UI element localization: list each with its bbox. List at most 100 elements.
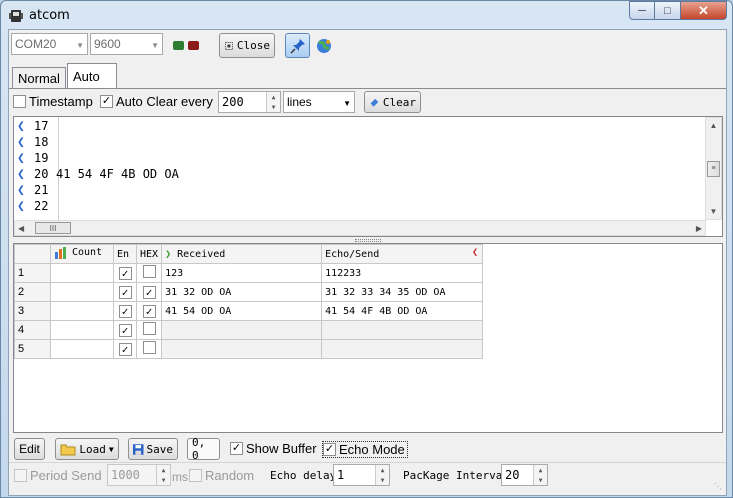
hex-checkbox[interactable]: ✓ [142, 285, 156, 299]
en-cell[interactable]: ✓ [113, 282, 137, 302]
en-checkbox[interactable]: ✓ [118, 342, 132, 356]
en-cell[interactable]: ✓ [113, 301, 137, 321]
period-send-option[interactable]: Period Send [14, 468, 102, 483]
timestamp-checkbox[interactable] [13, 95, 26, 108]
hscroll-thumb[interactable]: III [35, 222, 71, 234]
table-row[interactable]: 2 ✓ ✓ 31 32 OD OA 31 32 33 34 35 OD OA [14, 282, 484, 302]
table-row[interactable]: 5 ✓ [14, 339, 484, 359]
hex-cell[interactable] [135, 320, 163, 340]
col-hex[interactable]: HEX [135, 244, 163, 264]
show-buffer-checkbox[interactable]: ✓ [230, 442, 243, 455]
table-row[interactable]: 3 ✓ ✓ 41 54 OD OA 41 54 4F 4B OD OA [14, 301, 484, 321]
received-cell[interactable] [161, 339, 323, 359]
maximize-button[interactable]: □ [655, 1, 681, 20]
received-cell[interactable]: 123 [161, 263, 323, 283]
count-cell[interactable] [50, 282, 114, 302]
count-cell[interactable] [50, 301, 114, 321]
save-label: Save [146, 442, 174, 456]
log-hscroll[interactable]: ◀ III ▶ [14, 220, 706, 236]
period-send-checkbox[interactable] [14, 469, 27, 482]
globe-button[interactable] [312, 34, 336, 58]
received-cell[interactable]: 31 32 OD OA [161, 282, 323, 302]
minimize-button[interactable]: ─ [629, 1, 655, 20]
timestamp-option[interactable]: Timestamp [13, 94, 93, 109]
spinner[interactable]: ▲ ▼ [533, 465, 547, 485]
log-vscroll[interactable]: ▲ ≡ ▼ [705, 117, 722, 220]
hex-checkbox[interactable] [142, 341, 156, 354]
show-buffer-option[interactable]: ✓ Show Buffer [230, 441, 317, 456]
echo-delay-input[interactable]: 1 ▲ ▼ [333, 464, 390, 486]
echo-cell[interactable] [321, 320, 484, 340]
edit-button[interactable]: Edit [14, 438, 45, 460]
row-header[interactable]: 1 [14, 263, 51, 283]
hex-cell[interactable]: ✓ [135, 301, 163, 321]
tab-auto-label: Auto [73, 68, 100, 84]
auto-clear-label: Auto Clear every [116, 94, 213, 109]
tab-normal-label: Normal [18, 71, 60, 86]
echo-cell[interactable]: 31 32 33 34 35 OD OA [321, 282, 484, 302]
echo-cell[interactable]: 41 54 4F 4B OD OA [321, 301, 484, 321]
en-cell[interactable]: ✓ [113, 263, 137, 283]
close-port-button[interactable]: Close [219, 33, 275, 58]
auto-clear-option[interactable]: ✓ Auto Clear every [100, 94, 213, 109]
spinner[interactable]: ▲ ▼ [375, 465, 389, 485]
row-header[interactable]: 5 [14, 339, 51, 359]
hex-cell[interactable] [135, 263, 163, 283]
count-cell[interactable] [50, 263, 114, 283]
tab-normal[interactable]: Normal [12, 67, 66, 89]
table-row[interactable]: 4 ✓ [14, 320, 484, 340]
count-cell[interactable] [50, 320, 114, 340]
en-checkbox[interactable]: ✓ [118, 304, 132, 318]
received-cell[interactable]: 41 54 OD OA [161, 301, 323, 321]
hex-checkbox[interactable] [142, 265, 156, 278]
row-header[interactable]: 4 [14, 320, 51, 340]
tab-auto[interactable]: Auto [67, 63, 117, 88]
hex-checkbox[interactable]: ✓ [142, 304, 156, 318]
spinner[interactable]: ▲ ▼ [156, 465, 170, 485]
row-header[interactable]: 3 [14, 301, 51, 321]
receive-log[interactable]: ❮ 17 ❮ 18 ❮ 19 ❮ 20 41 54 4F 4B OD OA ❮ 21 ❮ 22 ▲ ≡ … [13, 116, 723, 237]
save-button[interactable]: Save [128, 438, 178, 460]
close-window-button[interactable]: ✕ [681, 1, 727, 20]
en-cell[interactable]: ✓ [113, 320, 137, 340]
en-checkbox[interactable]: ✓ [118, 323, 132, 337]
echo-cell[interactable] [321, 339, 484, 359]
port-select[interactable]: COM20 ▼ [11, 33, 88, 55]
status-led-red [188, 41, 199, 50]
auto-clear-checkbox[interactable]: ✓ [100, 95, 113, 108]
title-bar[interactable]: atcom ─ □ ✕ [1, 1, 732, 29]
splitter-grip[interactable] [355, 239, 381, 242]
pin-button[interactable] [285, 33, 310, 58]
col-echo[interactable]: Echo/Send ❮ [321, 244, 484, 264]
unit-select[interactable]: lines ▼ [283, 91, 355, 113]
count-cell[interactable] [50, 339, 114, 359]
clear-button[interactable]: Clear [364, 91, 421, 113]
hex-cell[interactable]: ✓ [135, 282, 163, 302]
en-checkbox[interactable]: ✓ [118, 266, 132, 280]
table-row[interactable]: 1 ✓ 123 112233 [14, 263, 484, 283]
en-checkbox[interactable]: ✓ [118, 285, 132, 299]
echo-mode-checkbox[interactable]: ✓ [323, 443, 336, 456]
auto-clear-count-input[interactable]: 200 ▲ ▼ [218, 91, 281, 113]
random-checkbox[interactable] [189, 469, 202, 482]
load-button[interactable]: Load ▼ [55, 438, 119, 460]
col-count[interactable]: Count [50, 244, 114, 264]
col-en[interactable]: En [113, 244, 137, 264]
row-header[interactable]: 2 [14, 282, 51, 302]
baud-select[interactable]: 9600 ▼ [90, 33, 163, 55]
en-cell[interactable]: ✓ [113, 339, 137, 359]
echo-mode-option[interactable]: ✓ Echo Mode [322, 441, 408, 458]
hex-checkbox[interactable] [142, 322, 156, 335]
log-line: ❮ 18 [14, 134, 704, 150]
spinner[interactable]: ▲ ▼ [266, 92, 280, 112]
send-grid[interactable]: Count En HEX ❯ Received Echo/Send ❮ 1 ✓ … [13, 243, 723, 433]
hex-cell[interactable] [135, 339, 163, 359]
period-input[interactable]: 1000 ▲ ▼ [107, 464, 171, 486]
col-received[interactable]: ❯ Received [161, 244, 323, 264]
scroll-thumb[interactable]: ≡ [707, 160, 720, 177]
received-cell[interactable] [161, 320, 323, 340]
random-option[interactable]: Random [189, 468, 254, 483]
echo-cell[interactable]: 112233 [321, 263, 484, 283]
package-interval-input[interactable]: 20 ▲ ▼ [501, 464, 548, 486]
resize-grip[interactable]: ⋱ [714, 483, 724, 493]
